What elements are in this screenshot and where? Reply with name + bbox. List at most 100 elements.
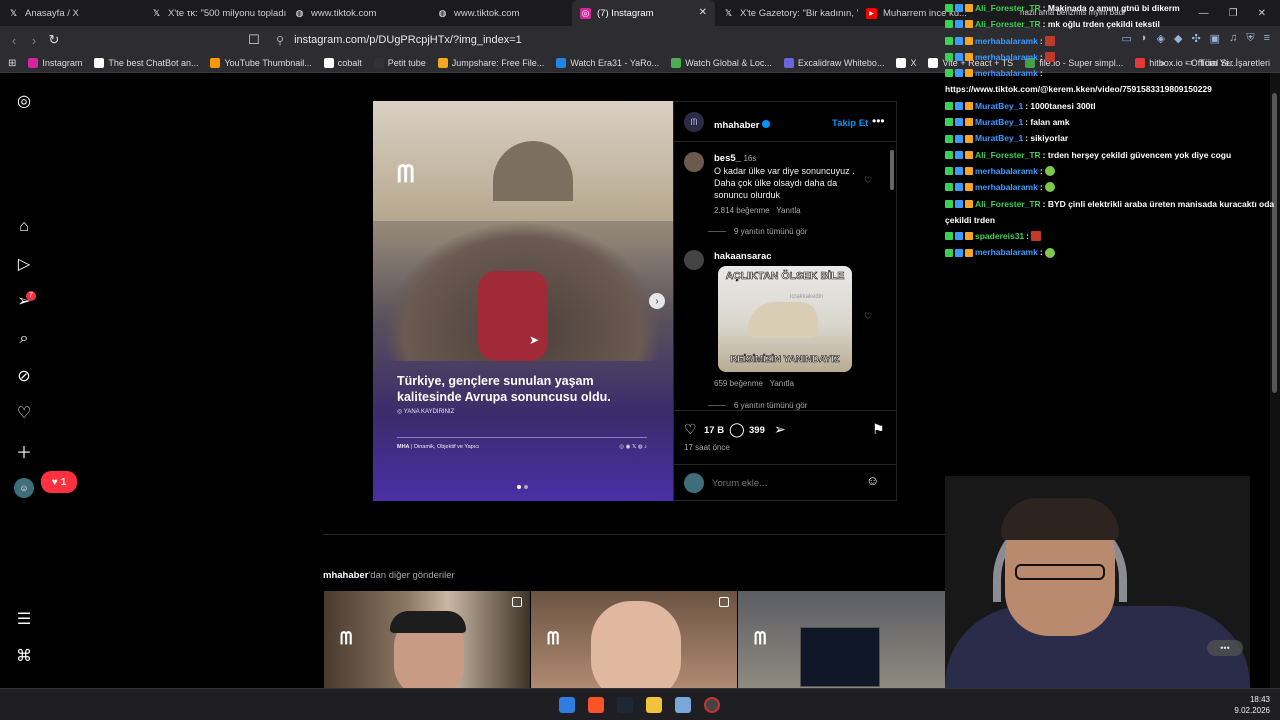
likes-count: 17 B — [704, 425, 725, 436]
threads-icon[interactable]: ⌘ — [14, 646, 34, 666]
chat-username[interactable]: Ali_Forester_TR — [975, 196, 1041, 212]
chat-badge-icon — [945, 69, 953, 78]
comment-likes[interactable]: 2.814 beğenme — [714, 206, 770, 215]
clock-time: 18:43 — [1249, 695, 1270, 704]
scroll-thumb[interactable] — [890, 150, 894, 190]
more-posts-user[interactable]: mhahaber — [323, 570, 368, 581]
file-explorer-icon[interactable] — [646, 697, 662, 713]
chat-username[interactable]: MuratBey_1 — [975, 98, 1023, 114]
view-replies[interactable]: 6 yanıtın tümünü gör — [708, 401, 807, 410]
home-icon[interactable]: ⌂ — [14, 217, 34, 237]
bookmark-page-icon[interactable]: ☐ — [244, 32, 264, 48]
tab[interactable]: ◍ www.tiktok.com — [429, 0, 572, 26]
chat-username[interactable]: merhabalaramk — [975, 33, 1038, 49]
bookmark-item[interactable]: Jumpshare: Free File... — [437, 58, 544, 68]
chat-badge-icon — [965, 232, 973, 241]
bookmark-item[interactable]: X — [896, 58, 916, 68]
post-thumbnail[interactable]: ᗰ — [738, 591, 945, 688]
bookmark-item[interactable]: Petit tube — [373, 58, 426, 68]
app-icon[interactable] — [704, 697, 720, 713]
tab[interactable]: 𝕏 X'te Gazetory: "Bir kadının, 'Bir — [715, 0, 858, 26]
view-replies[interactable]: 9 yanıtın tümünü gör — [708, 227, 807, 236]
close-tab-icon[interactable]: ✕ — [699, 7, 707, 18]
site-info-icon[interactable]: ⚲ — [276, 34, 284, 47]
comments-scrollbar[interactable] — [888, 142, 896, 410]
profile-avatar[interactable]: ☺ — [14, 478, 34, 498]
chat-badge-icon — [945, 20, 953, 29]
comment-username[interactable]: bes5_ — [714, 153, 741, 164]
apps-grid-icon[interactable]: ⊞ — [8, 58, 16, 69]
bookmark-item[interactable]: YouTube Thumbnail... — [210, 58, 312, 68]
instagram-logo-icon[interactable]: ◎ — [14, 91, 34, 111]
bookmark-item[interactable]: Watch Era31 - YaRo... — [556, 58, 659, 68]
forward-icon[interactable]: › — [24, 33, 44, 48]
chat-badge-icon — [965, 150, 973, 159]
url-field[interactable]: ⚲ instagram.com/p/DUgPRcpjHTx/?img_index… — [268, 29, 918, 51]
bookmark-item[interactable]: cobalt — [323, 58, 362, 68]
comment-likes[interactable]: 659 beğenme — [714, 379, 763, 388]
follow-button[interactable]: Takip Et — [832, 118, 868, 129]
comment-time: 16s — [743, 154, 757, 163]
reload-icon[interactable]: ↻ — [44, 32, 64, 48]
steam-icon[interactable] — [617, 697, 633, 713]
chat-username[interactable]: MuratBey_1 — [975, 114, 1023, 130]
chat-username[interactable]: MuratBey_1 — [975, 130, 1023, 146]
comment-icon[interactable]: ◯ — [729, 421, 745, 438]
next-image-button[interactable]: › — [649, 293, 665, 309]
chat-username[interactable]: Ali_Forester_TR — [975, 16, 1041, 32]
system-clock[interactable]: 18:43 9.02.2026 — [1234, 694, 1270, 716]
tab-active[interactable]: ◎ (7) Instagram ✕ — [572, 0, 715, 26]
chat-badge-icon — [965, 20, 973, 29]
notifications-pill[interactable]: ♥ 1 — [41, 471, 77, 493]
post-thumbnail[interactable]: ᗰ — [531, 591, 737, 688]
create-icon[interactable]: ＋ — [14, 441, 34, 462]
chat-username[interactable]: merhabalaramk — [975, 179, 1038, 195]
back-icon[interactable]: ‹ — [4, 33, 24, 48]
reply-button[interactable]: Yanıtla — [776, 206, 800, 215]
post-thumbnail[interactable]: ᗰ — [324, 591, 530, 688]
chat-username[interactable]: Ali_Forester_TR — [975, 147, 1041, 163]
reply-button[interactable]: Yanıtla — [770, 379, 794, 388]
save-icon[interactable]: ⚑ — [872, 421, 885, 438]
chat-username[interactable]: spadereis31 — [975, 228, 1024, 244]
author-avatar[interactable]: ᗰ — [684, 112, 704, 132]
heart-icon[interactable]: ♡ — [14, 403, 34, 423]
chat-username[interactable]: merhabalaramk — [975, 244, 1038, 260]
more-menu-icon[interactable]: ☰ — [14, 609, 34, 629]
tab[interactable]: ◍ www.tiktok.com — [286, 0, 429, 26]
author-username[interactable]: mhahaber — [714, 120, 759, 131]
chat-badge-icon — [965, 69, 973, 78]
like-icon[interactable]: ♡ — [684, 421, 697, 438]
bookmark-item[interactable]: The best ChatBot an... — [94, 58, 198, 68]
tab[interactable]: 𝕏 Anasayfa / X — [0, 0, 143, 26]
comment-avatar[interactable] — [684, 152, 704, 172]
chat-username[interactable]: merhabalaramk — [975, 65, 1038, 81]
more-options-icon[interactable]: ••• — [872, 114, 885, 128]
comment-like-icon[interactable]: ♡ — [864, 311, 872, 322]
chat-username[interactable]: merhabalaramk — [975, 163, 1038, 179]
tab[interactable]: 𝕏 X'te τκ: "500 milyonu topladı ve — [143, 0, 286, 26]
comment-meme-image[interactable]: AÇLIKTAN ÖLSEK BİLE icrakkakedin REİSİMİ… — [718, 266, 852, 372]
search-icon[interactable]: ⌕ — [14, 329, 34, 349]
comment-avatar[interactable] — [684, 250, 704, 270]
tab-title: Anasayfa / X — [25, 7, 79, 19]
explore-icon[interactable]: ⊘ — [14, 366, 34, 386]
webcam-menu[interactable]: ••• — [1207, 640, 1243, 656]
reels-icon[interactable]: ▷ — [14, 254, 34, 274]
bookmark-favicon-icon — [437, 58, 448, 68]
emoji-icon[interactable]: ☺ — [866, 473, 879, 488]
chat-username[interactable]: merhabalaramk — [975, 49, 1038, 65]
share-icon[interactable]: ➢ — [774, 421, 786, 438]
comment-body: hakaansarac — [714, 250, 864, 263]
bookmark-item[interactable]: Excalidraw Whitebo... — [783, 58, 884, 68]
comment-username[interactable]: hakaansarac — [714, 251, 772, 262]
comment-like-icon[interactable]: ♡ — [864, 175, 872, 186]
post-image[interactable]: ᗰ Türkiye, gençlere sunulan yaşam kalite… — [373, 101, 673, 501]
photos-icon[interactable] — [675, 697, 691, 713]
bookmark-item[interactable]: Watch Global & Loc... — [671, 58, 772, 68]
comment-input[interactable] — [712, 475, 862, 491]
bookmark-item[interactable]: Instagram — [28, 58, 82, 68]
windows-start-icon[interactable] — [559, 697, 575, 713]
chat-badge-icon — [955, 4, 963, 13]
brave-browser-icon[interactable] — [588, 697, 604, 713]
